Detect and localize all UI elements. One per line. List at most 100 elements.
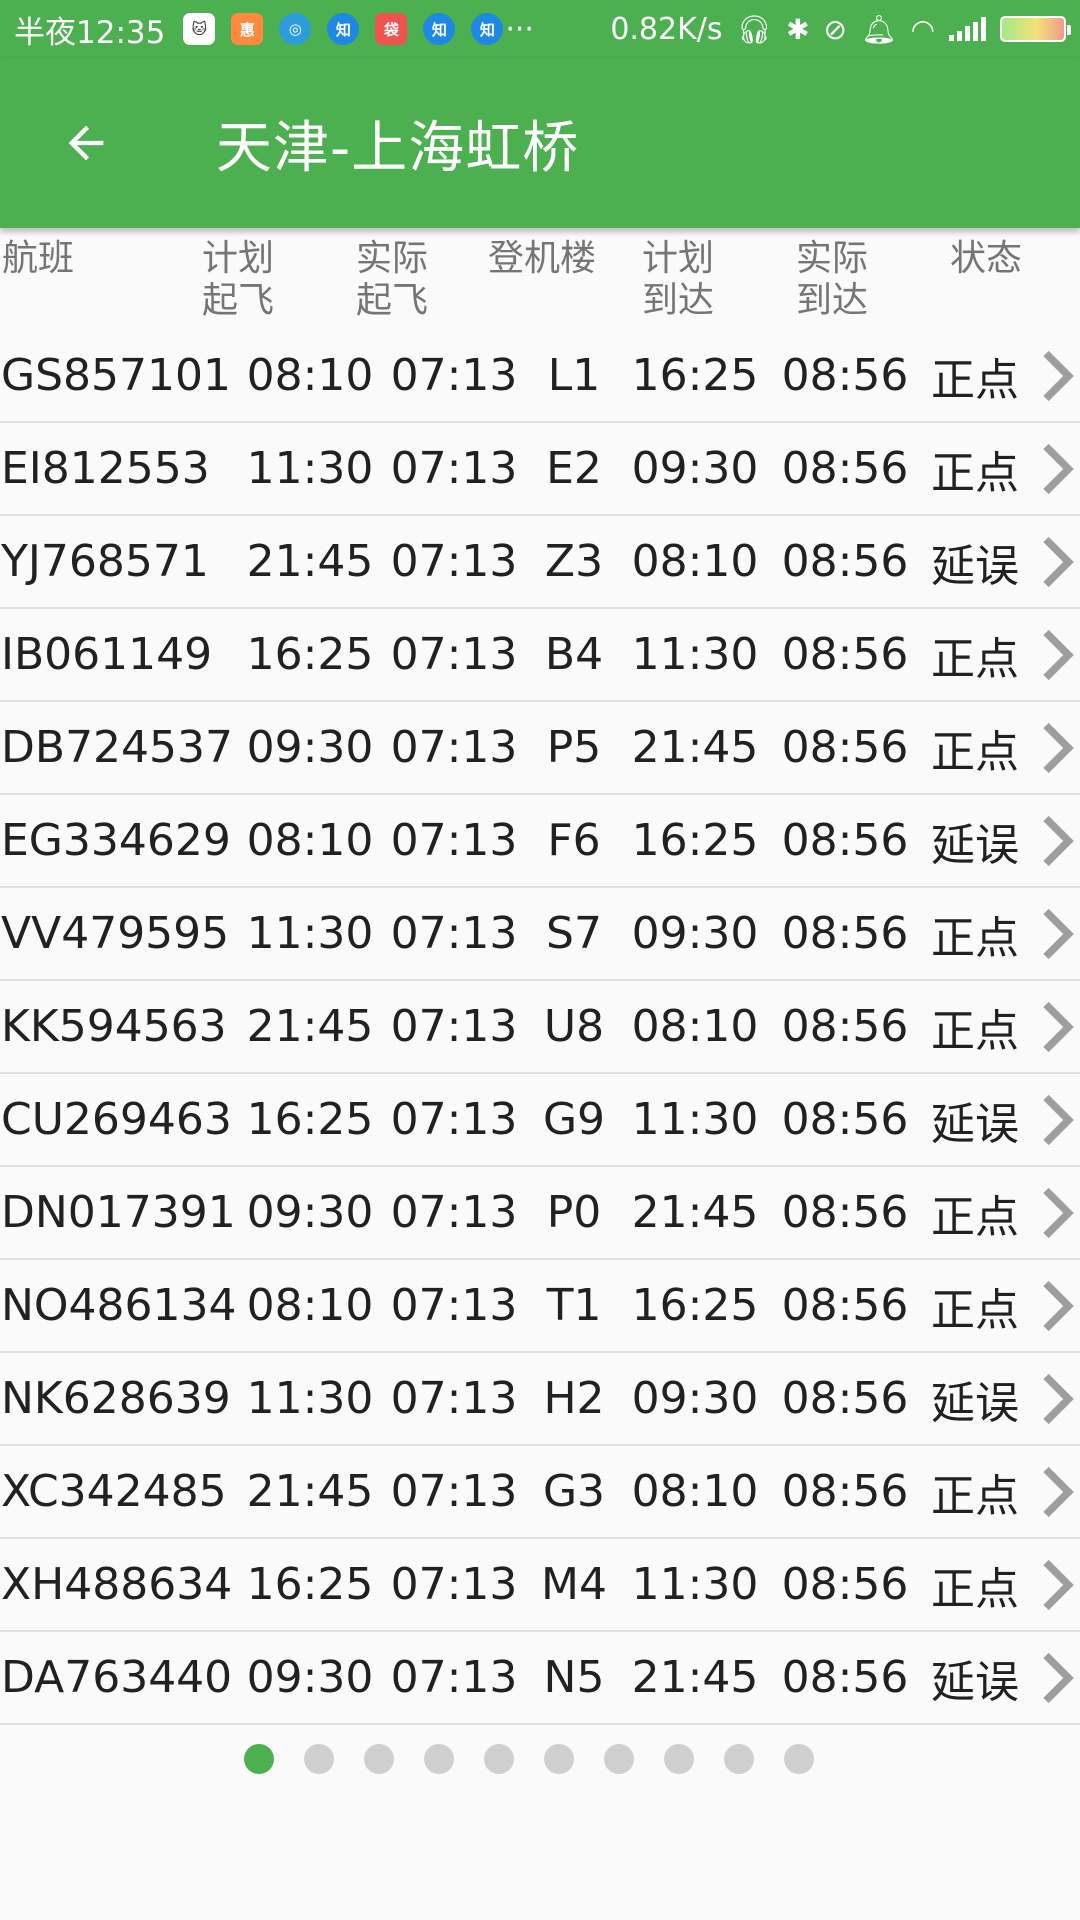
boarding-building: H2: [543, 1373, 605, 1424]
planned-departure: 09:30: [246, 1187, 374, 1238]
planned-arrival: 08:10: [631, 536, 759, 587]
table-row[interactable]: DN017391 09:30 07:13 P0 21:45 08:56 正点: [0, 1167, 1080, 1260]
actual-arrival: 08:56: [781, 1187, 909, 1238]
table-row[interactable]: KK594563 21:45 07:13 U8 08:10 08:56 正点: [0, 981, 1080, 1074]
actual-departure: 07:13: [390, 536, 518, 587]
table-row[interactable]: EG334629 08:10 07:13 F6 16:25 08:56 延误: [0, 795, 1080, 888]
table-row[interactable]: GS857101 08:10 07:13 L1 16:25 08:56 正点: [0, 330, 1080, 423]
actual-arrival: 08:56: [781, 908, 909, 959]
page-dot[interactable]: [424, 1744, 454, 1774]
table-row[interactable]: VV479595 11:30 07:13 S7 09:30 08:56 正点: [0, 888, 1080, 981]
planned-arrival: 11:30: [631, 1559, 759, 1610]
planned-arrival: 09:30: [631, 1373, 759, 1424]
chevron-right-icon: [1043, 1187, 1074, 1238]
wifi-icon: ◠: [910, 12, 935, 46]
flight-number: NK628639: [1, 1373, 231, 1424]
bluetooth-icon: ✱: [786, 12, 810, 46]
flight-status: 正点: [931, 1284, 1019, 1336]
planned-arrival: 16:25: [631, 350, 759, 401]
table-header: 航班 计划起飞 实际起飞 登机楼 计划到达 实际到达 状态: [0, 230, 1080, 330]
flight-number: XC342485: [1, 1466, 227, 1517]
flight-status: 正点: [931, 447, 1019, 499]
chevron-right-icon: [1043, 1094, 1074, 1145]
page-dot[interactable]: [304, 1744, 334, 1774]
boarding-building: B4: [544, 629, 604, 680]
page-dot[interactable]: [784, 1744, 814, 1774]
zhihu-icon: 知: [423, 13, 456, 45]
page-dot[interactable]: [724, 1744, 754, 1774]
flight-number: DB724537: [1, 722, 234, 773]
table-row[interactable]: CU269463 16:25 07:13 G9 11:30 08:56 延误: [0, 1074, 1080, 1167]
page-dot[interactable]: [544, 1744, 574, 1774]
planned-departure: 16:25: [246, 629, 374, 680]
table-row[interactable]: DA763440 09:30 07:13 N5 21:45 08:56 延误: [0, 1632, 1080, 1725]
table-row[interactable]: XC342485 21:45 07:13 G3 08:10 08:56 正点: [0, 1446, 1080, 1539]
actual-departure: 07:13: [390, 908, 518, 959]
actual-arrival: 08:56: [781, 1559, 909, 1610]
actual-arrival: 08:56: [781, 536, 909, 587]
actual-arrival: 08:56: [781, 1652, 909, 1703]
page-dot[interactable]: [484, 1744, 514, 1774]
flight-number: EI812553: [1, 443, 210, 494]
status-right: 0.82K/s 🎧︎ ✱ ⊘ 🔔︎ ◠: [610, 11, 1071, 47]
more-notifications-icon: ···: [505, 11, 534, 47]
planned-arrival: 16:25: [631, 815, 759, 866]
page-dot[interactable]: [364, 1744, 394, 1774]
page-dot[interactable]: [664, 1744, 694, 1774]
bell-icon: 🔔︎: [861, 12, 897, 46]
flight-number: XH488634: [1, 1559, 233, 1610]
table-row[interactable]: YJ768571 21:45 07:13 Z3 08:10 08:56 延误: [0, 516, 1080, 609]
flight-status: 延误: [931, 1377, 1019, 1429]
header-planned-departure: 计划起飞: [202, 238, 275, 321]
flight-status: 正点: [931, 1470, 1019, 1522]
actual-departure: 07:13: [390, 1466, 518, 1517]
table-row[interactable]: XH488634 16:25 07:13 M4 11:30 08:56 正点: [0, 1539, 1080, 1632]
header-boarding-building: 登机楼: [488, 238, 597, 279]
table-row[interactable]: NK628639 11:30 07:13 H2 09:30 08:56 延误: [0, 1353, 1080, 1446]
page-dot[interactable]: [244, 1744, 274, 1774]
header-status: 状态: [950, 238, 1023, 279]
table-row[interactable]: EI812553 11:30 07:13 E2 09:30 08:56 正点: [0, 423, 1080, 516]
planned-departure: 08:10: [246, 815, 374, 866]
planned-arrival: 11:30: [631, 1094, 759, 1145]
flight-table: 航班 计划起飞 实际起飞 登机楼 计划到达 实际到达 状态 GS857101 08…: [0, 230, 1080, 1725]
actual-arrival: 08:56: [781, 1094, 909, 1145]
planned-arrival: 08:10: [631, 1466, 759, 1517]
page-dot[interactable]: [604, 1744, 634, 1774]
flight-number: EG334629: [1, 815, 231, 866]
flight-number: CU269463: [1, 1094, 232, 1145]
flight-status: 正点: [931, 726, 1019, 778]
actual-departure: 07:13: [390, 1187, 518, 1238]
page-indicator: [0, 1744, 1080, 1774]
shopping-app-icon: 袋: [375, 13, 408, 45]
flight-status: 延误: [931, 1656, 1019, 1708]
flight-status: 正点: [931, 354, 1019, 406]
chevron-right-icon: [1043, 1280, 1074, 1331]
zhihu-icon: 知: [327, 13, 360, 45]
flight-number: IB061149: [1, 629, 213, 680]
planned-departure: 21:45: [246, 1001, 374, 1052]
battery-icon: [1000, 16, 1071, 42]
table-row[interactable]: NO486134 08:10 07:13 T1 16:25 08:56 正点: [0, 1260, 1080, 1353]
table-row[interactable]: IB061149 16:25 07:13 B4 11:30 08:56 正点: [0, 609, 1080, 702]
qq-browser-icon: ◎: [279, 13, 312, 45]
boarding-building: S7: [546, 908, 602, 959]
network-speed: 0.82K/s: [610, 11, 723, 47]
table-row[interactable]: DB724537 09:30 07:13 P5 21:45 08:56 正点: [0, 702, 1080, 795]
chevron-right-icon: [1043, 722, 1074, 773]
back-button[interactable]: [36, 93, 136, 193]
planned-departure: 21:45: [246, 536, 374, 587]
headphones-icon: 🎧︎: [736, 12, 773, 46]
actual-departure: 07:13: [390, 1373, 518, 1424]
flight-status: 延误: [931, 819, 1019, 871]
planned-arrival: 09:30: [631, 443, 759, 494]
actual-departure: 07:13: [390, 1280, 518, 1331]
actual-arrival: 08:56: [781, 1373, 909, 1424]
chevron-right-icon: [1043, 1373, 1074, 1424]
app-bar: 天津-上海虹桥: [0, 58, 1080, 228]
planned-arrival: 21:45: [631, 1652, 759, 1703]
flight-status: 正点: [931, 633, 1019, 685]
chevron-right-icon: [1043, 536, 1074, 587]
flight-status: 正点: [931, 912, 1019, 964]
boarding-building: P5: [546, 722, 602, 773]
